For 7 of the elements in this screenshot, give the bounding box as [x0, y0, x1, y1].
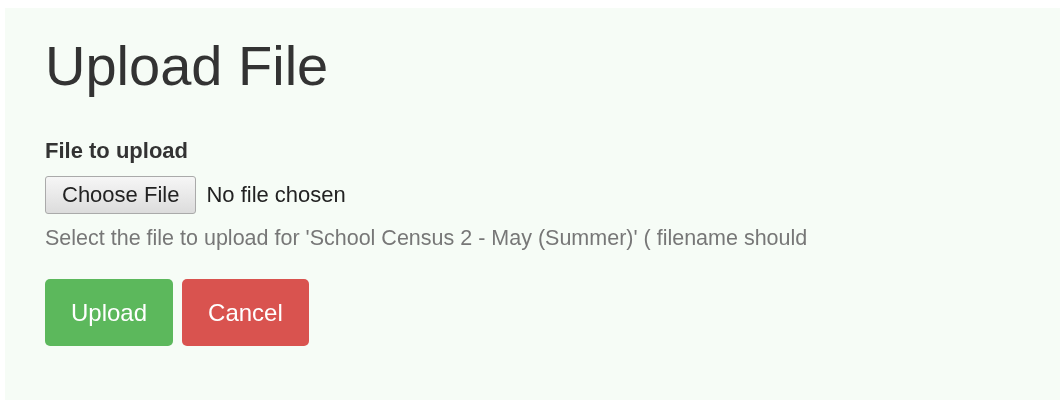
file-status: No file chosen [206, 182, 346, 208]
upload-button[interactable]: Upload [45, 279, 174, 346]
page-title: Upload File [45, 34, 330, 98]
field-label: File to upload [45, 138, 189, 164]
cancel-button[interactable]: Cancel [182, 279, 309, 346]
choose-file-button[interactable]: Choose File [45, 176, 197, 214]
help-text: Select the file to upload for 'School Census 2 - May (Summer)' ( filename should [45, 226, 809, 251]
